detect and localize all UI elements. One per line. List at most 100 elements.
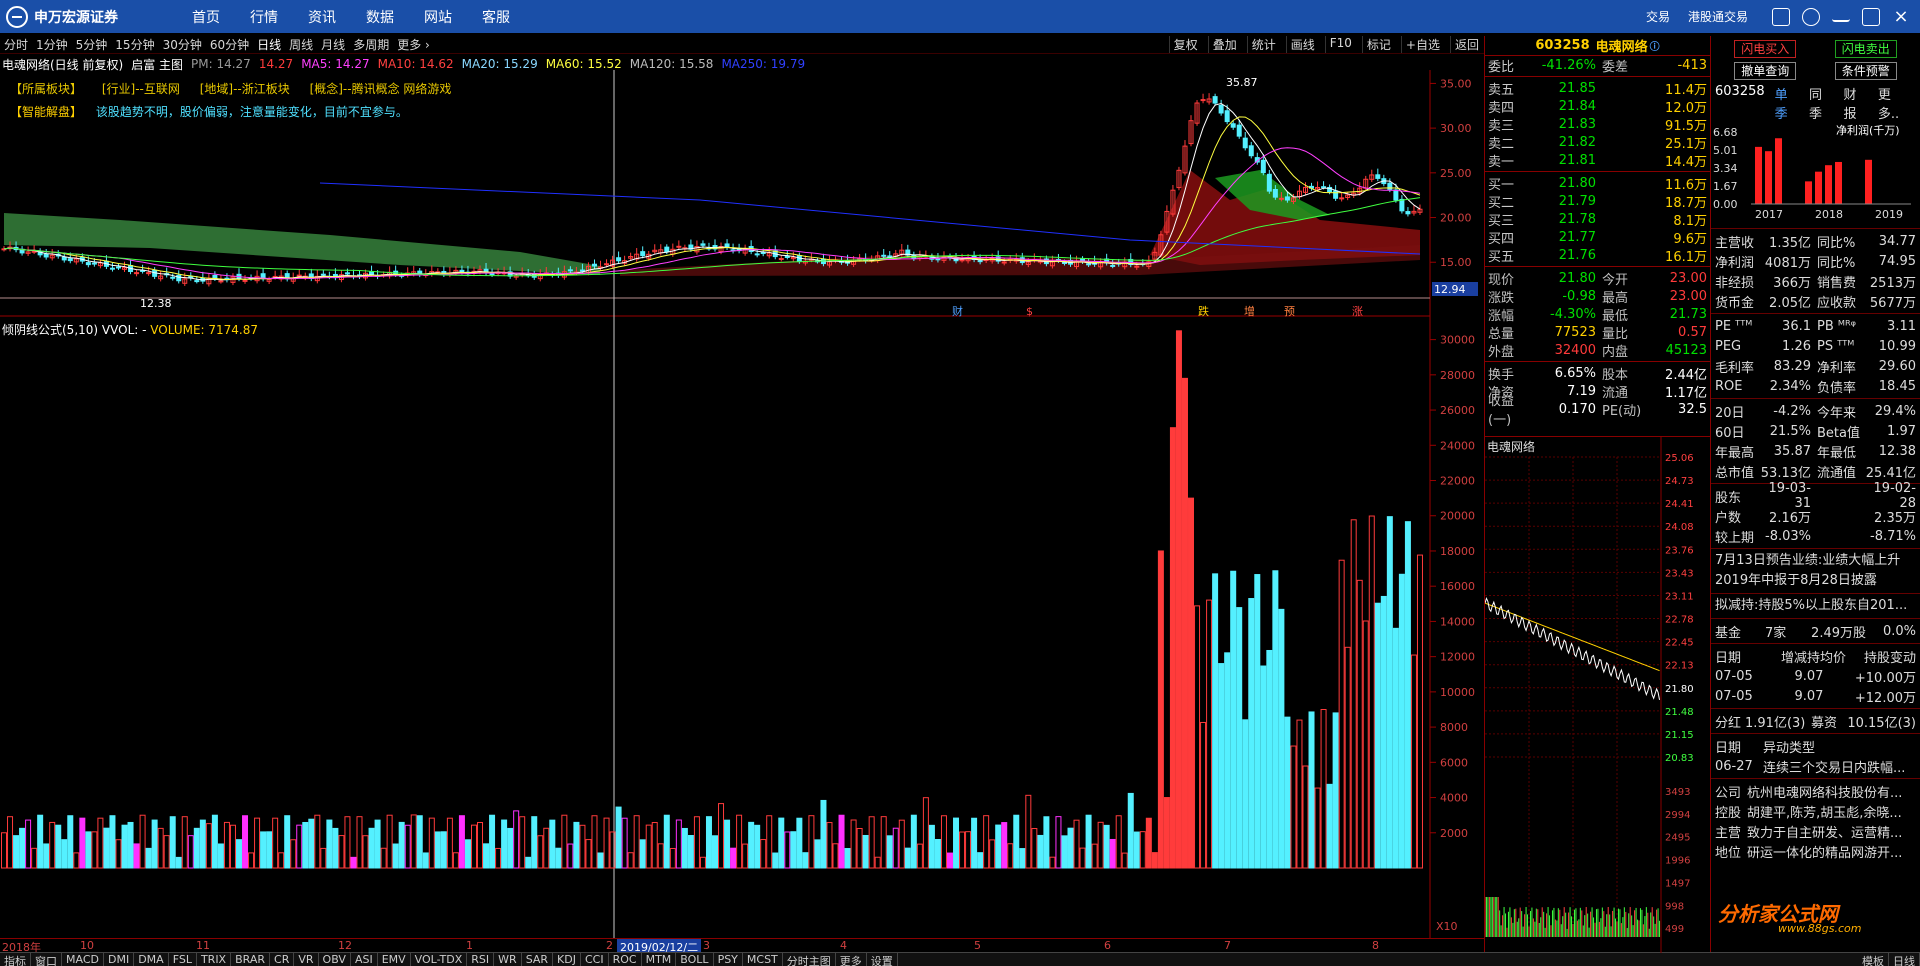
close-icon[interactable]: × <box>1892 7 1910 26</box>
nav-home[interactable]: 首页 <box>192 7 220 27</box>
book-price[interactable]: 21.77 <box>1526 230 1596 245</box>
book-price[interactable]: 21.82 <box>1526 135 1596 150</box>
indicator-tab[interactable]: CCI <box>581 953 609 966</box>
hk-trade-link[interactable]: 港股通交易 <box>1688 8 1748 25</box>
indicator-tab[interactable]: 更多 <box>836 953 867 966</box>
period-tick[interactable]: 分时 <box>4 36 28 53</box>
tab-same-quarter[interactable]: 同季 <box>1809 84 1833 122</box>
period-more[interactable]: 更多 › <box>397 36 430 53</box>
indicator-tab[interactable]: TRIX <box>197 953 232 966</box>
indicator-tab[interactable]: 分时主图 <box>783 953 836 966</box>
indicator-tab[interactable]: BOLL <box>676 953 714 966</box>
indicator-tab[interactable]: RSI <box>467 953 495 966</box>
period-week[interactable]: 周线 <box>289 36 313 53</box>
indicator-tab[interactable]: MACD <box>62 953 104 966</box>
minimize-icon[interactable] <box>1832 12 1850 22</box>
tool-draw[interactable]: 画线 <box>1285 36 1315 53</box>
note-forecast[interactable]: 7月13日预告业绩:业绩大幅上升 <box>1711 551 1920 571</box>
tab-more[interactable]: 更多.. <box>1878 84 1910 122</box>
indicator-tab[interactable]: DMA <box>134 953 169 966</box>
event-row[interactable]: 06-27 连续三个交易日内跌幅... <box>1711 756 1920 776</box>
company-row[interactable]: 公司 杭州电魂网络科技股份有... <box>1711 781 1920 801</box>
indicator-tab[interactable]: ASI <box>351 953 378 966</box>
indicator-tab[interactable]: 设置 <box>867 953 898 966</box>
period-5min[interactable]: 5分钟 <box>76 36 108 53</box>
nav-data[interactable]: 数据 <box>366 7 394 27</box>
indicator-tab[interactable]: PSY <box>714 953 743 966</box>
book-price[interactable]: 21.80 <box>1526 176 1596 191</box>
cancel-order-button[interactable]: 撤单查询 <box>1734 62 1797 80</box>
period-30min[interactable]: 30分钟 <box>163 36 202 53</box>
indicator-tab[interactable]: VR <box>294 953 319 966</box>
flash-sell-button[interactable]: 闪电卖出 <box>1834 40 1897 58</box>
tool-overlay[interactable]: 叠加 <box>1207 36 1237 53</box>
indicator-tab[interactable]: VOL-TDX <box>411 953 468 966</box>
nav-website[interactable]: 网站 <box>424 7 452 27</box>
f10-value: 25.41亿 <box>1865 465 1916 481</box>
tab-report[interactable]: 财报 <box>1843 84 1867 122</box>
event-increase[interactable]: 增 <box>1244 304 1255 318</box>
broker-logo[interactable]: 申万宏源证券 <box>0 0 170 33</box>
book-price[interactable]: 21.81 <box>1526 153 1596 168</box>
bottom-right-tab[interactable]: 模板 <box>1858 953 1889 966</box>
indicator-tab[interactable]: SAR <box>522 953 554 966</box>
indicator-tab[interactable]: 窗口 <box>31 953 62 966</box>
tool-mark[interactable]: 标记 <box>1361 36 1391 53</box>
book-volume: 25.1万 <box>1665 136 1707 152</box>
nav-news[interactable]: 资讯 <box>308 7 336 27</box>
flash-buy-button[interactable]: 闪电买入 <box>1734 40 1797 58</box>
company-row[interactable]: 地位 研运一体化的精品网游开... <box>1711 841 1920 861</box>
nav-market[interactable]: 行情 <box>250 7 278 27</box>
book-price[interactable]: 21.76 <box>1526 248 1596 263</box>
event-forecast[interactable]: 预 <box>1284 305 1295 318</box>
indicator-tab[interactable]: CR <box>270 953 295 966</box>
maximize-icon[interactable] <box>1862 7 1880 26</box>
indicator-tab[interactable]: 指标 <box>0 953 31 966</box>
tool-adjust[interactable]: 复权 <box>1168 36 1198 53</box>
tool-back[interactable]: 返回 <box>1449 36 1479 53</box>
indicator-tab[interactable]: WR <box>494 953 522 966</box>
event-dividend[interactable]: $ <box>1026 305 1033 318</box>
book-price[interactable]: 21.83 <box>1526 117 1596 132</box>
tool-f10[interactable]: F10 <box>1324 36 1352 53</box>
company-row[interactable]: 控股 胡建平,陈芳,胡玉彪,余晓... <box>1711 801 1920 821</box>
info-icon[interactable]: ⓘ <box>1650 38 1660 53</box>
tool-stats[interactable]: 统计 <box>1246 36 1276 53</box>
period-day[interactable]: 日线 <box>257 36 281 53</box>
indicator-tab[interactable]: ROC <box>609 953 642 966</box>
indicator-tab[interactable]: MCST <box>743 953 783 966</box>
tool-add-watch[interactable]: +自选 <box>1400 36 1440 53</box>
event-drop[interactable]: 跌 <box>1198 304 1209 318</box>
indicator-tab[interactable]: KDJ <box>553 953 581 966</box>
nav-service[interactable]: 客服 <box>482 7 510 27</box>
screen-icon[interactable] <box>1772 7 1790 26</box>
indicator-tab[interactable]: BRAR <box>231 953 271 966</box>
event-finance[interactable]: 财 <box>952 304 963 318</box>
indicator-tab[interactable]: MTM <box>642 953 677 966</box>
intraday-chart[interactable]: 电魂网络 25.06 24.73 24.41 24.08 23.76 23.43 23.11… <box>1484 436 1710 953</box>
settings-icon[interactable] <box>1802 7 1820 26</box>
event-rise[interactable]: 涨 <box>1352 305 1363 318</box>
period-15min[interactable]: 15分钟 <box>115 36 154 53</box>
indicator-tab[interactable]: DMI <box>104 953 135 966</box>
period-month[interactable]: 月线 <box>321 36 345 53</box>
vol-formula[interactable]: 倾阴线公式(5,10) <box>2 323 98 337</box>
trade-link[interactable]: 交易 <box>1646 8 1670 25</box>
period-60min[interactable]: 60分钟 <box>210 36 249 53</box>
company-row[interactable]: 主营 致力于自主研发、运营精... <box>1711 821 1920 841</box>
volume-bar <box>440 831 447 869</box>
bottom-right-tab[interactable]: 日线 <box>1889 953 1920 966</box>
tab-quarter[interactable]: 单季 <box>1775 84 1799 122</box>
book-price[interactable]: 21.78 <box>1526 212 1596 227</box>
note-reduce[interactable]: 拟减持:持股5%以上股东自201... <box>1711 596 1920 616</box>
alert-button[interactable]: 条件预警 <box>1834 62 1897 80</box>
indicator-tab[interactable]: FSL <box>169 953 197 966</box>
book-price[interactable]: 21.79 <box>1526 194 1596 209</box>
book-price[interactable]: 21.85 <box>1526 81 1596 96</box>
period-1min[interactable]: 1分钟 <box>36 36 68 53</box>
indicator-tab[interactable]: EMV <box>378 953 411 966</box>
indicator-tab[interactable]: OBV <box>319 953 351 966</box>
period-multi[interactable]: 多周期 <box>353 36 389 53</box>
kline-chart[interactable]: 35.00 30.00 25.00 20.00 15.00 30000 28000 2600… <box>0 70 1484 938</box>
book-price[interactable]: 21.84 <box>1526 99 1596 114</box>
